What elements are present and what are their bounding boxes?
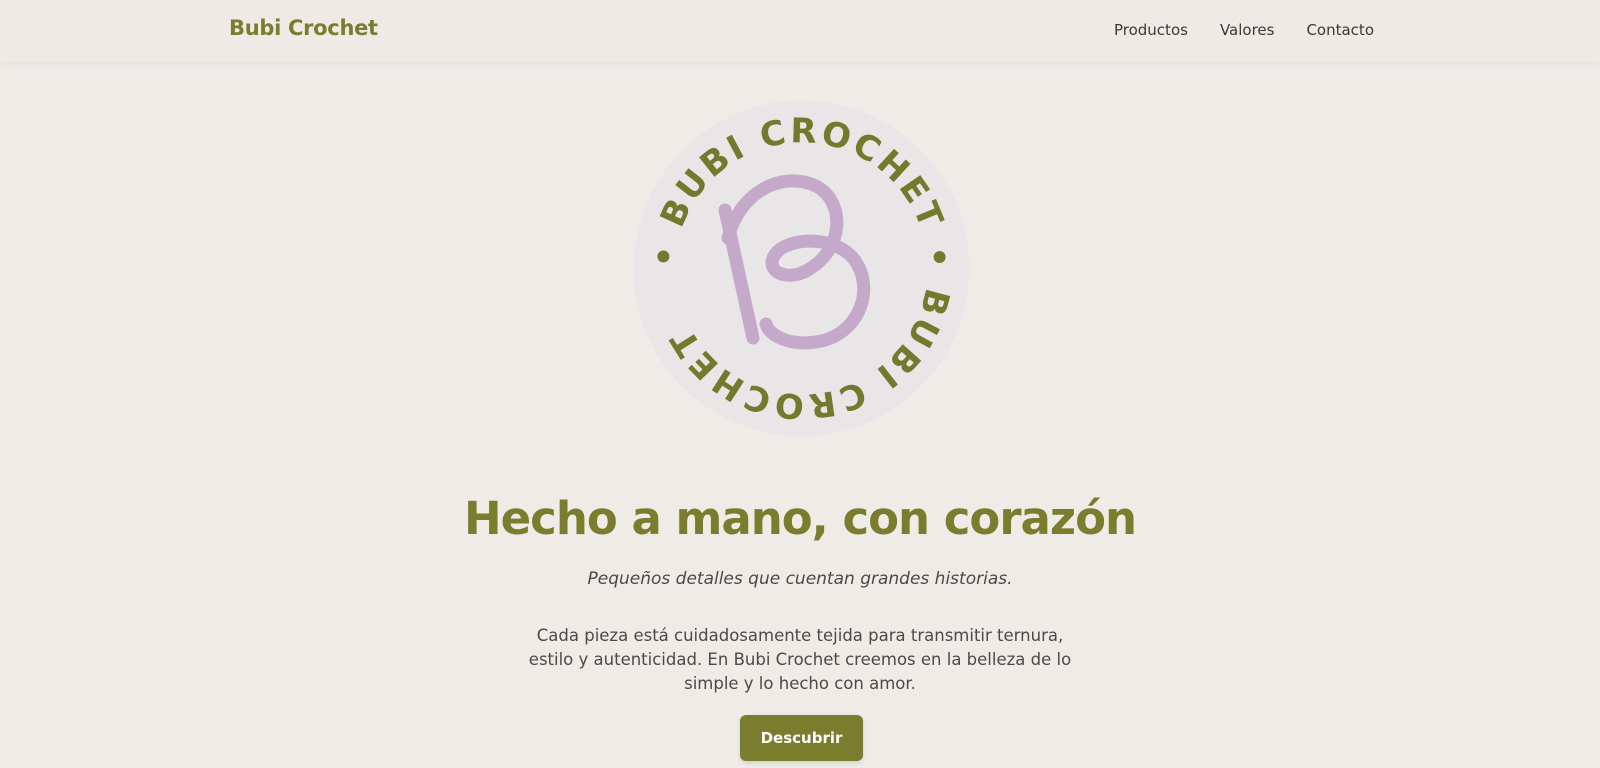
- discover-button[interactable]: Descubrir: [740, 715, 863, 761]
- brand-logo-text[interactable]: Bubi Crochet: [229, 16, 378, 40]
- hero-description-line: Cada pieza está cuidadosamente tejida pa…: [536, 626, 1064, 645]
- hero-description-line: simple y lo hecho con amor.: [684, 674, 916, 693]
- nav-link-valores[interactable]: Valores: [1220, 21, 1275, 39]
- hero-description: Cada pieza está cuidadosamente tejida pa…: [500, 624, 1100, 696]
- brand-badge-svg: • BUBI CROCHET • BUBI CROCHET: [633, 100, 970, 437]
- nav-link-productos[interactable]: Productos: [1114, 21, 1188, 39]
- nav-menu: Productos Valores Contacto: [1082, 21, 1374, 39]
- brand-badge-logo: • BUBI CROCHET • BUBI CROCHET: [631, 98, 972, 439]
- nav-link-contacto[interactable]: Contacto: [1306, 21, 1374, 39]
- hero-title: Hecho a mano, con corazón: [463, 492, 1137, 545]
- hero-description-line: estilo y autenticidad. En Bubi Crochet c…: [528, 650, 1072, 669]
- hero-subtitle: Pequeños detalles que cuentan grandes hi…: [587, 569, 1013, 589]
- top-navbar: Bubi Crochet Productos Valores Contacto: [0, 0, 1600, 62]
